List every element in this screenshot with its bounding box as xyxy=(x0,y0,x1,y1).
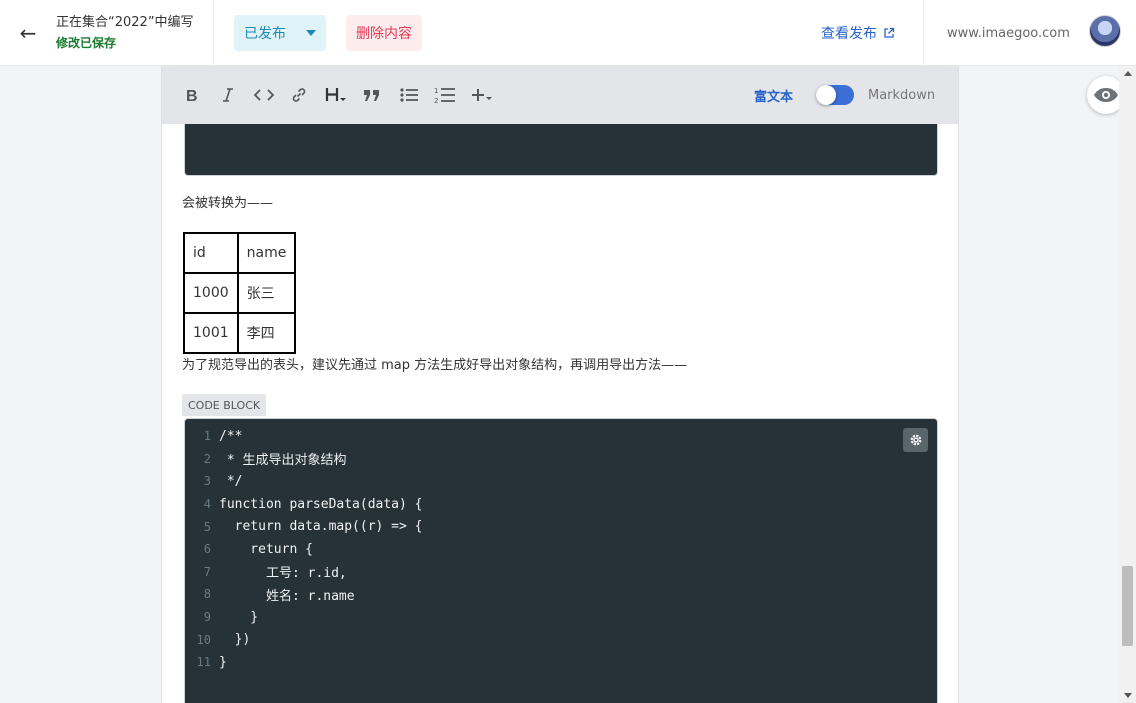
numbered-list-icon[interactable]: 12 xyxy=(433,83,457,107)
code-text: }) xyxy=(219,632,251,648)
code-icon[interactable] xyxy=(253,83,275,107)
table-cell[interactable]: name xyxy=(236,232,297,274)
site-link[interactable]: www.imaegoo.com xyxy=(947,0,1070,66)
code-text: 工号: r.id, xyxy=(219,566,347,582)
code-line: 10 }) xyxy=(185,628,937,651)
rich-text-mode-label[interactable]: 富文本 xyxy=(754,66,793,124)
heading-icon[interactable] xyxy=(325,83,349,107)
table-cell[interactable]: 1001 xyxy=(183,312,239,354)
code-text: */ xyxy=(219,473,243,489)
code-line: 8 姓名: r.name xyxy=(185,583,937,606)
code-block[interactable]: 1 /** 2 * 生成导出对象结构 3 */ 4 function parseDa… xyxy=(184,418,938,703)
code-line: 5 return data.map((r) => { xyxy=(185,515,937,538)
header-divider xyxy=(923,0,924,66)
publish-status-dropdown[interactable]: 已发布 xyxy=(234,14,326,51)
delete-content-button[interactable]: 删除内容 xyxy=(346,14,422,51)
previous-code-block[interactable] xyxy=(184,124,938,176)
external-link-icon xyxy=(884,27,895,38)
code-text: return data.map((r) => { xyxy=(219,519,423,535)
collection-info: 正在集合“2022”中编写 修改已保存 xyxy=(56,0,214,66)
eye-icon xyxy=(1094,88,1118,102)
paragraph-converted[interactable]: 会被转换为—— xyxy=(182,195,273,213)
code-line: 4 function parseData(data) { xyxy=(185,493,937,516)
scrollbar-thumb[interactable] xyxy=(1122,566,1133,646)
table-row: 1000 张三 xyxy=(183,272,297,314)
quote-icon[interactable] xyxy=(363,83,381,107)
svg-text:B: B xyxy=(186,88,198,103)
code-line: 1 /** xyxy=(185,425,937,448)
code-text: function parseData(data) { xyxy=(219,496,423,512)
line-number: 2 xyxy=(203,451,211,466)
code-line: 7 工号: r.id, xyxy=(185,561,937,584)
line-number: 1 xyxy=(203,429,211,444)
code-text: } xyxy=(219,654,227,670)
code-block-settings-button[interactable] xyxy=(903,428,928,452)
chevron-down-icon xyxy=(306,29,316,36)
line-number: 4 xyxy=(203,497,211,512)
code-text: return { xyxy=(219,541,313,557)
scroll-down-arrow-icon[interactable] xyxy=(1119,687,1136,699)
code-text: 姓名: r.name xyxy=(219,588,355,604)
arrow-left-icon: ← xyxy=(19,20,37,45)
code-line: 9 } xyxy=(185,606,937,629)
line-number: 9 xyxy=(203,610,211,625)
editing-collection-title: 正在集合“2022”中编写 xyxy=(56,14,194,30)
italic-icon[interactable] xyxy=(219,83,237,107)
code-line: 6 return { xyxy=(185,538,937,561)
table-cell[interactable]: 李四 xyxy=(236,312,297,354)
line-number: 5 xyxy=(203,519,211,534)
code-line: 3 */ xyxy=(185,470,937,493)
table-row: id name xyxy=(183,232,297,274)
table-cell[interactable]: id xyxy=(183,232,239,274)
table-cell[interactable]: 张三 xyxy=(236,272,297,314)
bullet-list-icon[interactable] xyxy=(399,83,419,107)
line-number: 8 xyxy=(203,587,211,602)
gear-icon xyxy=(910,434,921,446)
scroll-up-arrow-icon[interactable] xyxy=(1119,70,1136,82)
table-cell[interactable]: 1000 xyxy=(183,272,239,314)
line-number: 7 xyxy=(203,564,211,579)
save-status: 修改已保存 xyxy=(56,35,117,50)
markdown-mode-label[interactable]: Markdown xyxy=(868,66,935,124)
bold-icon[interactable]: B xyxy=(183,83,201,107)
editor-toolbar: B 12 富文本 Markdown xyxy=(162,66,958,124)
line-number: 3 xyxy=(203,474,211,489)
page-scrollbar[interactable] xyxy=(1119,66,1136,703)
svg-text:1: 1 xyxy=(434,87,438,95)
paragraph-export-hint[interactable]: 为了规范导出的表头，建议先通过 map 方法生成好导出对象结构，再调用导出方法—… xyxy=(182,357,687,375)
code-text: /** xyxy=(219,428,243,444)
line-number: 6 xyxy=(203,542,211,557)
toggle-knob xyxy=(816,85,836,105)
code-line: 11} xyxy=(185,651,937,674)
view-published-link[interactable]: 查看发布 xyxy=(821,0,895,66)
code-text: * 生成导出对象结构 xyxy=(219,453,347,469)
svg-text:2: 2 xyxy=(434,97,438,104)
avatar[interactable] xyxy=(1089,15,1121,47)
insert-plus-icon[interactable] xyxy=(471,83,493,107)
publish-status-label: 已发布 xyxy=(244,25,286,42)
view-published-label: 查看发布 xyxy=(821,26,877,42)
line-number: 11 xyxy=(196,655,211,670)
code-block-label: CODE BLOCK xyxy=(182,394,267,416)
link-icon[interactable] xyxy=(289,83,309,107)
line-number: 10 xyxy=(196,632,211,647)
code-text: } xyxy=(219,609,259,625)
code-line: 2 * 生成导出对象结构 xyxy=(185,448,937,471)
table-row: 1001 李四 xyxy=(183,312,297,354)
editor-panel: B 12 富文本 Markdown 会被转换为—— id name 1000 张… xyxy=(161,66,959,703)
editor-mode-toggle[interactable] xyxy=(816,85,854,105)
back-button[interactable]: ← xyxy=(0,0,56,66)
data-table[interactable]: id name 1000 张三 1001 李四 xyxy=(183,232,297,354)
